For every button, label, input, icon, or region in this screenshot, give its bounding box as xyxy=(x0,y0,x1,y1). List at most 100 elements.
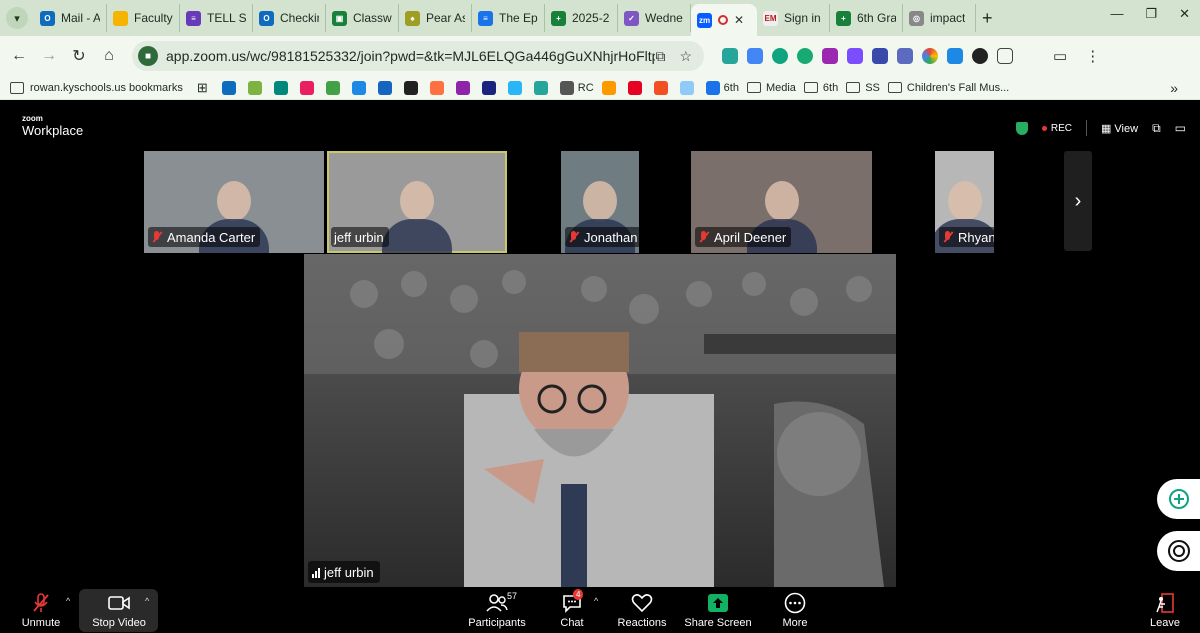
participant-tile[interactable]: Jonathan Greer xyxy=(561,151,639,253)
extension-icon[interactable] xyxy=(797,48,813,64)
back-icon[interactable]: ← xyxy=(4,47,34,65)
participant-tile[interactable]: Amanda Carter xyxy=(144,151,324,253)
browser-tab[interactable]: EM Sign in xyxy=(757,4,830,32)
bookmark-item[interactable] xyxy=(351,80,370,95)
openai-extension-icon[interactable] xyxy=(772,48,788,64)
address-url[interactable]: app.zoom.us/wc/98181525332/join?pwd=&tk=… xyxy=(166,48,655,64)
minimize-icon[interactable]: — xyxy=(1110,6,1123,22)
share-screen-button[interactable]: Share Screen xyxy=(684,588,752,633)
main-speaker-video[interactable]: jeff urbin xyxy=(304,254,896,587)
bookmark-item[interactable] xyxy=(679,80,698,95)
chat-options-caret-icon[interactable]: ^ xyxy=(594,596,598,606)
browser-tab[interactable]: zm ✕ xyxy=(691,4,757,36)
browser-tab[interactable]: O Checkin xyxy=(253,4,326,32)
bookmark-item[interactable] xyxy=(507,80,526,95)
video-options-caret-icon[interactable]: ^ xyxy=(145,596,149,606)
encryption-shield-icon[interactable] xyxy=(1015,121,1028,135)
participant-name: jeff urbin xyxy=(334,229,384,245)
close-tab-icon[interactable]: ✕ xyxy=(734,13,744,27)
cast-icon[interactable]: ▭ xyxy=(1053,47,1067,65)
bookmark-item[interactable] xyxy=(403,80,422,95)
bookmark-item[interactable] xyxy=(221,80,240,95)
fullscreen-icon[interactable]: ▭ xyxy=(1175,121,1186,135)
participant-name: Rhyana Welch xyxy=(958,229,994,245)
bookmark-item[interactable] xyxy=(601,80,620,95)
extension-icon[interactable] xyxy=(872,48,888,64)
site-camera-icon[interactable]: ■ xyxy=(138,46,158,66)
browser-tab[interactable]: ✓ Wedne xyxy=(618,4,691,32)
bookmark-item[interactable] xyxy=(429,80,448,95)
bookmark-item[interactable] xyxy=(273,80,292,95)
browser-tab[interactable]: +6th Gra xyxy=(830,4,903,32)
bookmark-item[interactable]: ⊞ xyxy=(191,80,214,96)
bookmark-item[interactable] xyxy=(325,80,344,95)
bookmark-item[interactable] xyxy=(627,80,646,95)
bookmark-item[interactable] xyxy=(299,80,318,95)
chat-button[interactable]: 4 Chat xyxy=(553,588,591,633)
bookmark-item[interactable]: rowan.kyschools.us bookmarks xyxy=(10,81,183,94)
participant-tile[interactable]: Rhyana Welch xyxy=(935,151,994,253)
bookmark-item[interactable]: RC xyxy=(559,80,594,95)
extension-icon[interactable] xyxy=(822,48,838,64)
close-window-icon[interactable]: ✕ xyxy=(1179,6,1190,22)
browser-tab[interactable]: Faculty xyxy=(107,4,180,32)
unmute-button[interactable]: Unmute xyxy=(14,588,68,633)
browser-tab[interactable]: +2025-2 xyxy=(545,4,618,32)
bookmark-item[interactable] xyxy=(247,80,266,95)
view-button[interactable]: ▦ View xyxy=(1101,122,1138,135)
bookmark-favicon-icon xyxy=(247,80,262,95)
reload-icon[interactable]: ↻ xyxy=(64,46,94,66)
more-button[interactable]: More xyxy=(778,588,812,633)
browser-menu-icon[interactable]: ⋮ xyxy=(1085,47,1100,65)
browser-tab[interactable]: ≡ The Epi xyxy=(472,4,545,32)
openai-logo-icon[interactable] xyxy=(1157,531,1200,571)
extensions-row xyxy=(722,48,1013,64)
browser-tab[interactable]: ≡ TELL Su xyxy=(180,4,253,32)
browser-tab[interactable]: ◎ impact xyxy=(903,4,976,32)
bookmark-item[interactable] xyxy=(377,80,396,95)
bookmark-item[interactable] xyxy=(653,80,672,95)
tab-search-icon[interactable]: ▾ xyxy=(6,7,28,29)
more-bookmarks-icon[interactable]: » xyxy=(1170,80,1178,96)
browser-tab[interactable]: ♠ Pear As xyxy=(399,4,472,32)
stop-video-button[interactable]: Stop Video xyxy=(86,588,152,633)
bookmark-item[interactable] xyxy=(481,80,500,95)
extension-icon[interactable] xyxy=(922,48,938,64)
tab-list: O Mail - A Faculty ≡ TELL Su O Checkin ▣ Classw ♠… xyxy=(34,0,976,36)
extension-icon[interactable] xyxy=(897,48,913,64)
bookmark-label: rowan.kyschools.us bookmarks xyxy=(30,81,183,94)
restore-icon[interactable]: ❐ xyxy=(1145,6,1157,22)
participants-button[interactable]: 57 Participants xyxy=(464,588,530,633)
browser-tab[interactable]: ▣ Classw xyxy=(326,4,399,32)
address-bar[interactable]: ■ app.zoom.us/wc/98181525332/join?pwd=&t… xyxy=(132,41,704,71)
extensions-puzzle-icon[interactable] xyxy=(997,48,1013,64)
bookmark-folder[interactable]: SS xyxy=(846,82,880,94)
cast-tab-icon[interactable]: ⧉ xyxy=(655,48,665,65)
extension-icon[interactable] xyxy=(722,48,738,64)
participant-tile[interactable]: jeff urbin xyxy=(327,151,507,253)
pip-icon[interactable]: ⧉ xyxy=(1152,121,1161,136)
bookmark-folder[interactable]: Media xyxy=(746,82,796,94)
tab-label: Mail - A xyxy=(61,11,100,25)
gallery-next-icon[interactable]: › xyxy=(1064,151,1092,251)
new-tab-icon[interactable]: + xyxy=(982,8,993,29)
reactions-button[interactable]: Reactions xyxy=(614,588,670,633)
openai-assistant-icon[interactable] xyxy=(1157,479,1200,519)
extension-icon[interactable] xyxy=(947,48,963,64)
bookmark-item[interactable] xyxy=(455,80,474,95)
home-icon[interactable]: ⌂ xyxy=(94,47,124,65)
bookmark-star-icon[interactable]: ☆ xyxy=(679,48,692,65)
extension-icon[interactable] xyxy=(847,48,863,64)
bookmark-label: 6th xyxy=(723,81,739,94)
translate-extension-icon[interactable] xyxy=(747,48,763,64)
bookmark-item[interactable]: 6th xyxy=(705,80,739,95)
bookmark-folder[interactable]: 6th xyxy=(803,82,838,94)
bookmark-item[interactable] xyxy=(533,80,552,95)
forward-icon[interactable]: → xyxy=(34,47,64,65)
extension-icon[interactable] xyxy=(972,48,988,64)
audio-options-caret-icon[interactable]: ^ xyxy=(66,596,70,606)
bookmark-folder[interactable]: Children's Fall Mus... xyxy=(887,82,1009,94)
browser-tab[interactable]: O Mail - A xyxy=(34,4,107,32)
leave-button[interactable]: Leave xyxy=(1146,588,1184,633)
participant-tile[interactable]: April Deener xyxy=(691,151,872,253)
